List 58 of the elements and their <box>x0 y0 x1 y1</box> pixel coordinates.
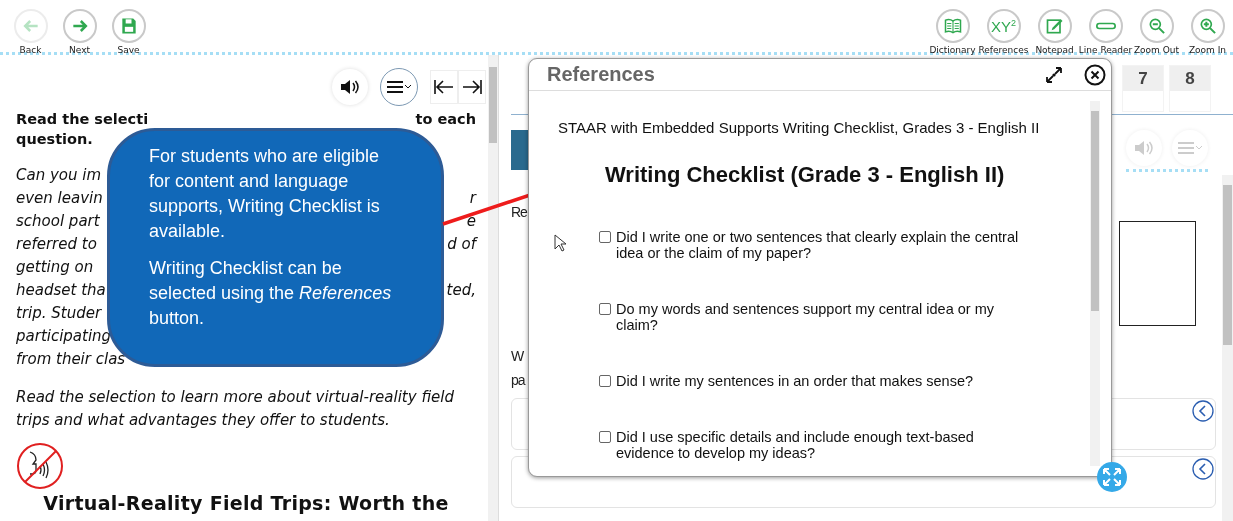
passage-text: referred to <box>16 234 97 255</box>
book-icon <box>942 16 963 36</box>
passage-text: from their clas <box>16 349 126 370</box>
passage-title: Virtual-Reality Field Trips: Worth the <box>42 492 450 514</box>
collapse-icon[interactable] <box>1192 400 1214 422</box>
passage-text: getting on <box>16 257 94 278</box>
passage-text: school part <box>16 211 100 232</box>
callout-text: Writing Checklist can be selected using the References button. <box>149 257 393 330</box>
scrollbar[interactable] <box>1222 175 1233 521</box>
menu-button[interactable] <box>380 68 418 106</box>
expand-icon[interactable] <box>1044 64 1064 85</box>
passage-text: Read the selecti <box>16 110 149 129</box>
callout-text: For students who are eligible for content and language supports, Writing Checklist is available. <box>149 145 381 243</box>
checkbox[interactable] <box>599 231 611 243</box>
collapse-icon[interactable] <box>1192 458 1214 480</box>
passage-text: e <box>466 211 476 232</box>
checklist-item: Did I write one or two sentences that clearly explain the central idea or the claim of my paper? <box>616 229 1020 261</box>
speaker-icon <box>1134 140 1154 156</box>
checkbox[interactable] <box>599 303 611 315</box>
collapse-left-button[interactable] <box>430 70 458 104</box>
passage-text: r <box>469 188 476 209</box>
passage-text: ted, <box>446 280 476 301</box>
document-source: STAAR with Embedded Supports Writing Checklist, Grades 3 - English II <box>558 119 1041 136</box>
question-text: W <box>511 347 524 366</box>
checklist-item: Do my words and sentences support my central idea or my claim? <box>616 301 995 333</box>
passage-text: participating <box>16 326 112 347</box>
checklist-heading: Writing Checklist (Grade 3 - English II) <box>605 162 1006 188</box>
checkbox[interactable] <box>599 375 611 387</box>
passage-text: question. <box>16 130 93 149</box>
passage-paragraph: Read the selection to learn more about virtual-reality field trips and what advantages they offer to students. <box>16 387 455 431</box>
no-audio-icon <box>16 442 64 490</box>
menu-icon <box>1177 141 1203 155</box>
audio-button[interactable] <box>332 69 368 105</box>
notepad-icon <box>1044 16 1065 36</box>
question-text: pa <box>511 371 525 390</box>
question-tab[interactable]: 7 <box>1122 65 1164 112</box>
cursor-icon <box>554 234 566 252</box>
passage-text: headset tha <box>16 280 106 301</box>
passage-text: trip. Studer <box>16 303 102 324</box>
passage-text: even leavin <box>16 188 103 209</box>
menu-icon <box>386 80 412 94</box>
passage-text: to each <box>415 110 476 129</box>
expand-arrows-icon <box>1102 467 1122 487</box>
checklist-item: Did I use specific details and include enough text-based evidence to develop my ideas? <box>616 429 975 461</box>
checklist-item: Did I write my sentences in an order that makes sense? <box>616 373 974 389</box>
close-icon[interactable] <box>1084 63 1106 86</box>
speaker-icon <box>340 79 360 95</box>
checkbox[interactable] <box>599 431 611 443</box>
question-text: Re <box>511 203 527 222</box>
dialog-title: References <box>547 63 655 86</box>
arrow-left-icon <box>433 79 455 95</box>
passage-text: d of <box>447 234 476 255</box>
question-tab[interactable]: 8 <box>1169 65 1211 112</box>
scrollbar[interactable] <box>1090 101 1100 466</box>
passage-text: Can you im <box>16 165 102 186</box>
fullscreen-button[interactable] <box>1097 462 1127 492</box>
expand-right-button[interactable] <box>458 70 486 104</box>
arrow-right-icon <box>461 79 483 95</box>
